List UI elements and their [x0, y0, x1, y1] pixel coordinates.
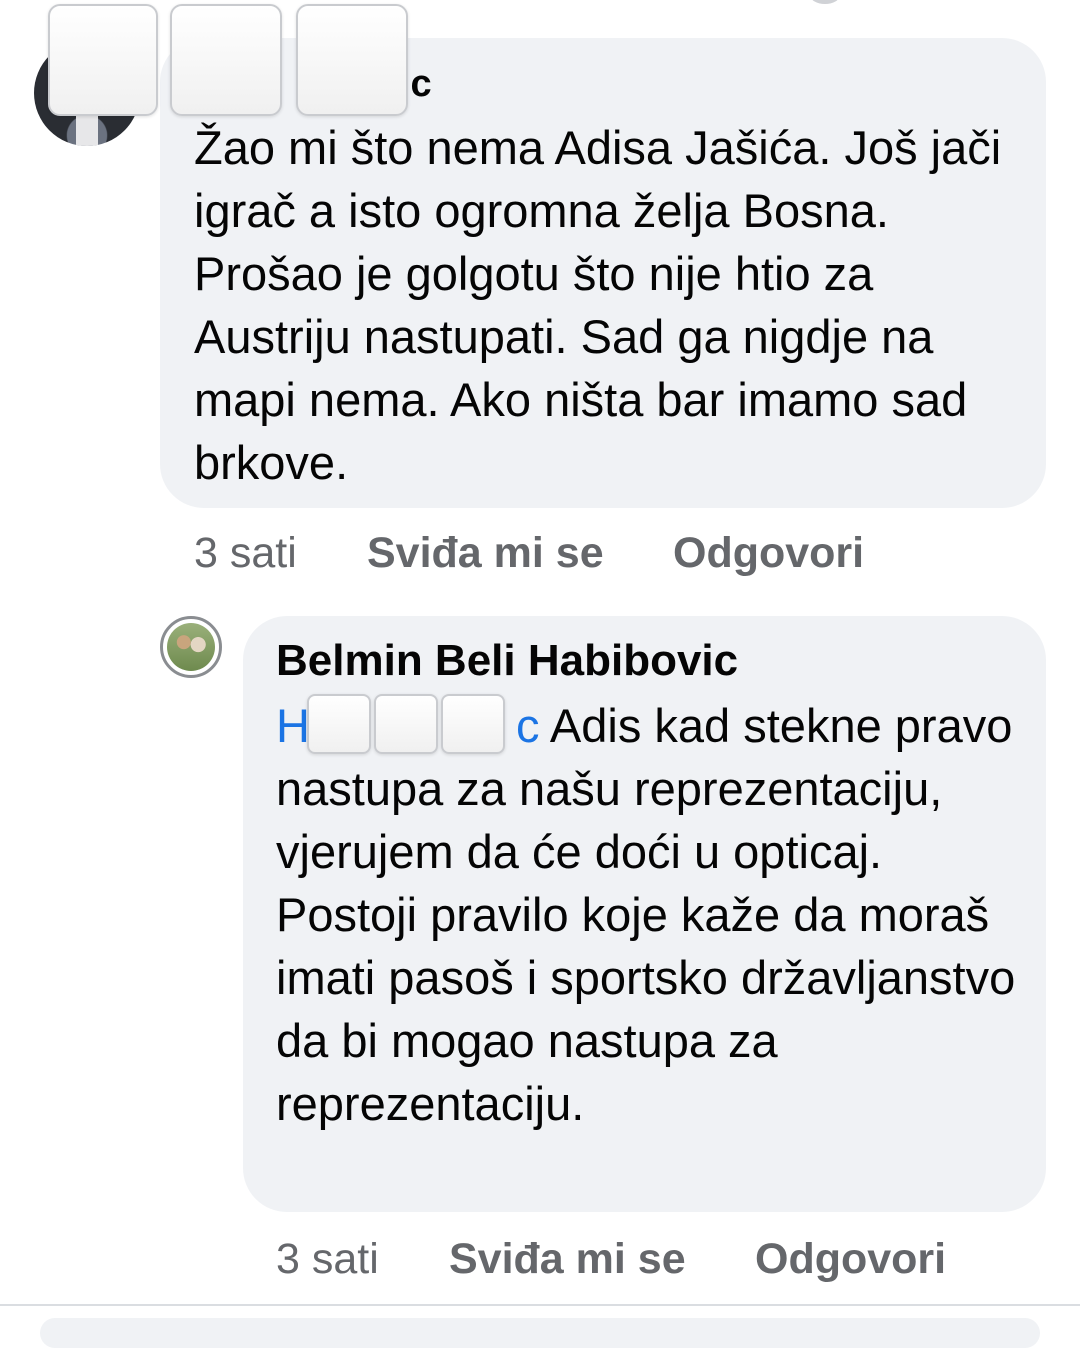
reply-author-avatar[interactable] — [160, 616, 222, 678]
reply-body: Adis kad stekne pravo nastupa za našu re… — [276, 699, 1016, 1130]
avatar-photo — [167, 623, 215, 671]
reply-button[interactable]: Odgovori — [673, 528, 864, 578]
redaction-box — [441, 694, 505, 754]
comment-timestamp[interactable]: 3 sati — [194, 528, 297, 578]
redaction-box — [307, 694, 371, 754]
reply-text: Hc Adis kad stekne pravo nastupa za našu… — [276, 694, 1036, 1135]
like-button[interactable]: Sviđa mi se — [449, 1234, 686, 1284]
like-button[interactable]: Sviđa mi se — [367, 528, 604, 578]
comment-text: Žao mi što nema Adisa Jašića. Još jači i… — [194, 121, 1002, 489]
reply-button[interactable]: Odgovori — [755, 1234, 946, 1284]
like-label: Sviđa mi se — [367, 529, 604, 577]
reply-label: Odgovori — [755, 1235, 947, 1283]
reply-label: Odgovori — [673, 529, 865, 577]
redaction-box — [170, 4, 282, 116]
redaction-box — [374, 694, 438, 754]
reply-author-name[interactable]: Belmin Beli Habibovic — [276, 634, 738, 688]
like-label: Sviđa mi se — [449, 1235, 686, 1283]
top-partial-element — [810, 0, 840, 4]
reply-timestamp[interactable]: 3 sati — [276, 1234, 379, 1284]
redaction-box — [48, 4, 158, 116]
avatar-photo-detail — [76, 112, 98, 146]
next-comment-partial — [40, 1318, 1040, 1348]
redaction-box — [296, 4, 408, 116]
divider — [0, 1304, 1080, 1306]
